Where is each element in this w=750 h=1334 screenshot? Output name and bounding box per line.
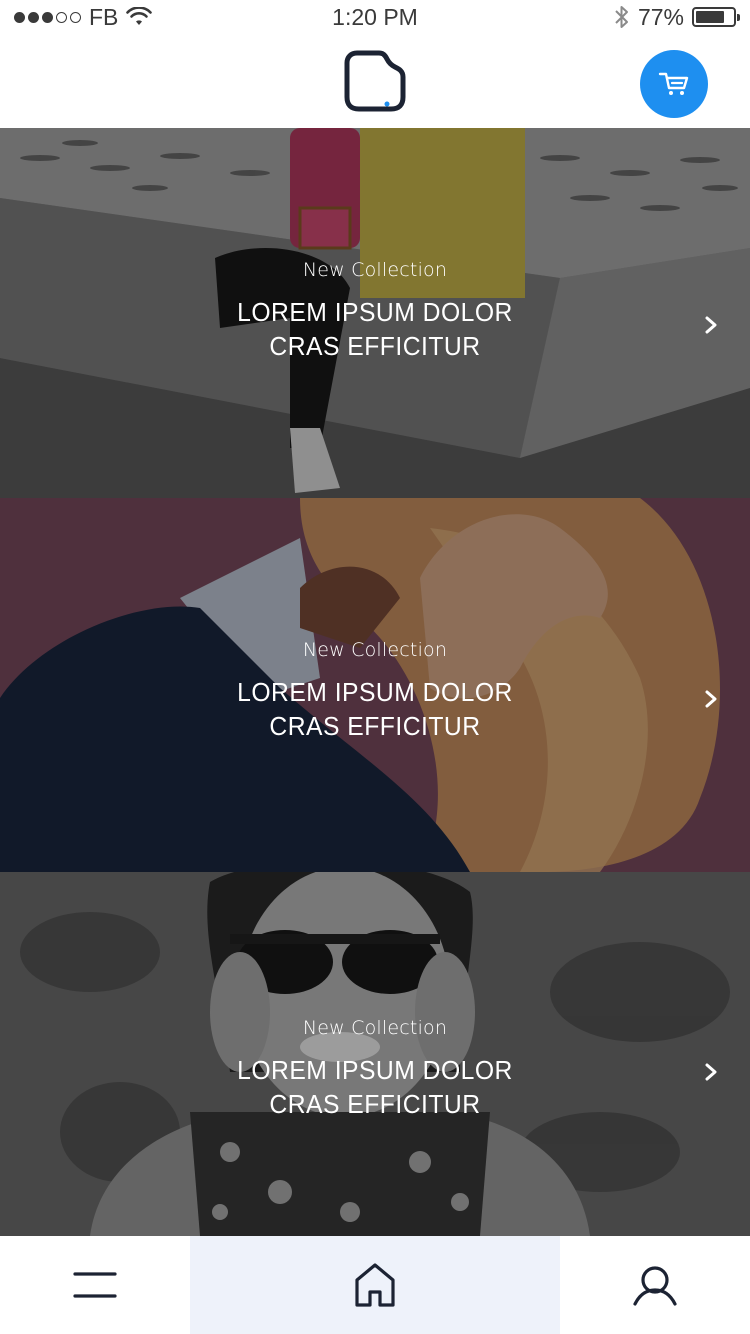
status-bar: FB 1:20 PM 77%	[0, 0, 750, 34]
banner-title-line1: LOREM IPSUM DOLOR	[237, 1055, 513, 1085]
banner-title-line2: CRAS EFFICITUR	[269, 331, 481, 361]
battery-percent: 77%	[637, 3, 684, 30]
bluetooth-icon	[615, 6, 628, 28]
status-left: FB	[14, 3, 153, 31]
carrier-label: FB	[89, 3, 119, 30]
menu-icon	[73, 1272, 117, 1298]
banner-title-line1: LOREM IPSUM DOLOR	[237, 297, 513, 327]
tab-home[interactable]	[190, 1236, 560, 1334]
collection-banner-1[interactable]: New Collection LOREM IPSUM DOLOR CRAS EF…	[0, 128, 750, 498]
wifi-icon	[126, 7, 153, 25]
cart-icon	[658, 72, 689, 95]
tab-menu[interactable]	[0, 1236, 190, 1334]
banner-title-line2: CRAS EFFICITUR	[269, 1089, 481, 1119]
collection-banner-3[interactable]: New Collection LOREM IPSUM DOLOR CRAS EF…	[0, 872, 750, 1236]
app-header	[0, 34, 750, 128]
banner-eyebrow: New Collection	[302, 1017, 448, 1039]
banner-text: New Collection LOREM IPSUM DOLOR CRAS EF…	[0, 1017, 750, 1121]
banner-eyebrow: New Collection	[302, 259, 448, 281]
bottom-tab-bar	[0, 1236, 750, 1334]
banner-eyebrow: New Collection	[302, 639, 448, 661]
home-icon	[355, 1263, 395, 1307]
battery-fill	[696, 11, 724, 23]
chevron-right-icon[interactable]	[700, 688, 722, 710]
signal-strength-icon	[14, 11, 81, 23]
cart-button[interactable]	[640, 50, 708, 118]
banner-title-line1: LOREM IPSUM DOLOR	[237, 677, 513, 707]
chevron-right-icon[interactable]	[700, 314, 722, 336]
user-icon	[633, 1266, 677, 1306]
chevron-right-icon[interactable]	[700, 1061, 722, 1083]
tab-profile[interactable]	[560, 1236, 750, 1334]
banner-title-line2: CRAS EFFICITUR	[269, 711, 481, 741]
banner-text: New Collection LOREM IPSUM DOLOR CRAS EF…	[0, 639, 750, 743]
battery-icon	[692, 7, 740, 27]
app-logo[interactable]	[343, 49, 407, 113]
status-right: 77%	[614, 3, 740, 31]
collection-banner-2[interactable]: New Collection LOREM IPSUM DOLOR CRAS EF…	[0, 498, 750, 872]
banner-text: New Collection LOREM IPSUM DOLOR CRAS EF…	[0, 259, 750, 363]
